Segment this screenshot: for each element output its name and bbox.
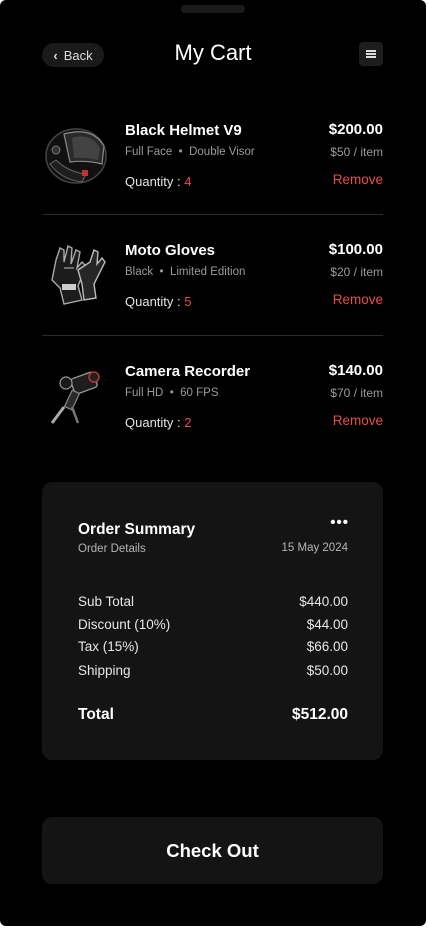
menu-button[interactable] xyxy=(359,42,383,66)
item-price: $100.00 xyxy=(328,241,383,258)
camera-icon xyxy=(50,371,100,424)
remove-button[interactable]: Remove xyxy=(333,172,383,187)
order-date: 15 May 2024 xyxy=(281,542,349,554)
item-details: Full Face • Double Visor xyxy=(125,146,255,158)
cart-item-gloves: Moto Gloves Black • Limited Edition Quan… xyxy=(42,230,383,350)
summary-title: Order Summary xyxy=(78,521,196,538)
item-unit-price: $50 / item xyxy=(330,145,383,159)
helmet-icon xyxy=(45,128,107,184)
item-name: Black Helmet V9 xyxy=(125,122,242,139)
summary-row-tax: Tax (15%) $66.00 xyxy=(78,639,348,654)
item-quantity: Quantity : 5 xyxy=(125,294,192,309)
summary-row-shipping: Shipping $50.00 xyxy=(78,663,348,678)
item-price: $140.00 xyxy=(328,362,383,379)
cart-item-camera: Camera Recorder Full HD • 60 FPS Quantit… xyxy=(42,351,383,471)
item-quantity: Quantity : 2 xyxy=(125,415,192,430)
remove-button[interactable]: Remove xyxy=(333,292,383,307)
item-unit-price: $20 / item xyxy=(330,265,383,279)
gloves-icon xyxy=(51,244,106,305)
item-price: $200.00 xyxy=(328,121,383,138)
divider xyxy=(42,335,383,336)
item-quantity: Quantity : 4 xyxy=(125,174,192,189)
order-summary-card: Order Summary Order Details ••• 15 May 2… xyxy=(42,482,383,760)
remove-button[interactable]: Remove xyxy=(333,413,383,428)
item-details: Full HD • 60 FPS xyxy=(125,387,219,399)
more-options-icon[interactable]: ••• xyxy=(330,514,349,531)
item-name: Moto Gloves xyxy=(125,242,216,259)
item-name: Camera Recorder xyxy=(125,363,251,380)
cart-screen: ‹ Back My Cart Black Helmet V9 Full Face… xyxy=(0,0,426,926)
notch xyxy=(181,5,245,13)
menu-icon xyxy=(366,50,376,58)
summary-row-subtotal: Sub Total $440.00 xyxy=(78,594,348,609)
summary-row-total: Total $512.00 xyxy=(78,706,348,723)
summary-subtitle: Order Details xyxy=(78,543,146,555)
item-details: Black • Limited Edition xyxy=(125,266,246,278)
checkout-button[interactable]: Check Out xyxy=(42,817,383,884)
item-unit-price: $70 / item xyxy=(330,386,383,400)
cart-item-helmet: Black Helmet V9 Full Face • Double Visor… xyxy=(42,110,383,230)
divider xyxy=(42,214,383,215)
summary-row-discount: Discount (10%) $44.00 xyxy=(78,617,348,632)
